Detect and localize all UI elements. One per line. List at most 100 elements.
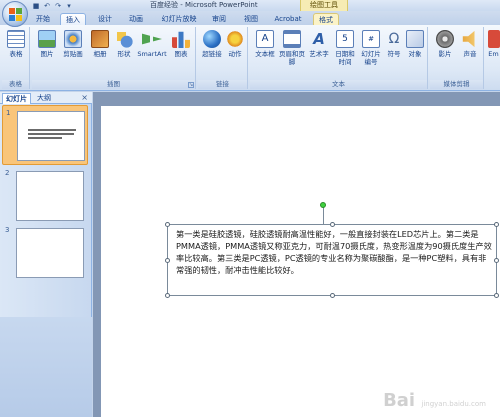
tab-home[interactable]: 开始 [32,13,54,25]
object-icon [406,30,424,48]
slide-thumbnail-3[interactable]: 3 [2,223,88,283]
slide-number-button[interactable]: # 幻灯片编号 [359,30,383,66]
resize-handle-top-left[interactable] [165,222,170,227]
tab-outline[interactable]: 大纲 [34,93,54,104]
partial-icon [487,30,500,48]
ribbon-group-media: 影片 声音 媒体剪辑 [430,27,484,89]
datetime-button[interactable]: 5 日期和时间 [333,30,357,66]
redo-icon[interactable]: ↷ [54,2,62,10]
slide-body-text[interactable]: 第一类是硅胶透镜，硅胶透镜耐高温性能好，一般直接封装在LED芯片上。第二类是PM… [168,225,496,276]
office-button[interactable] [2,1,28,27]
save-icon[interactable]: ■ [32,2,40,10]
slide-preview-text [28,129,76,143]
resize-handle-right[interactable] [494,258,499,263]
pane-tabs: 幻灯片 大纲 × [0,92,92,104]
slides-pane: 幻灯片 大纲 × 1 2 3 [0,92,92,417]
chart-icon [172,31,190,48]
group-label-text: 文本 [250,80,427,89]
smartart-button[interactable]: SmartArt [136,30,168,58]
slide-number: 3 [5,226,10,234]
resize-handle-bottom[interactable] [330,293,335,298]
symbol-button[interactable]: Ω 符号 [385,30,403,58]
resize-handle-top[interactable] [330,222,335,227]
ribbon: 表格 表格 图片 剪贴画 相册 形状 SmartArt 图表 插图 ↘ 超链接 … [0,25,500,91]
resize-handle-bottom-right[interactable] [494,293,499,298]
office-logo-icon [9,8,22,21]
picture-button[interactable]: 图片 [36,30,58,58]
slide-thumbnail-2[interactable]: 2 [2,166,88,226]
tab-animation[interactable]: 动画 [125,13,147,25]
text-box[interactable]: 第一类是硅胶透镜，硅胶透镜耐高温性能好，一般直接封装在LED芯片上。第二类是PM… [165,222,499,298]
wordart-icon: A [313,30,325,48]
tab-insert[interactable]: 插入 [60,13,86,25]
slide-thumbnail-1[interactable]: 1 [2,105,88,165]
slide-number: 2 [5,169,10,177]
close-icon[interactable]: × [81,93,88,103]
movie-icon [436,30,454,48]
chart-button[interactable]: 图表 [170,30,192,58]
clipart-button[interactable]: 剪贴画 [60,30,86,58]
object-button[interactable]: 对象 [405,30,425,58]
partial-button[interactable]: Em [487,30,500,58]
smartart-icon [142,33,162,45]
group-label-media: 媒体剪辑 [430,80,483,89]
hyperlink-icon [203,30,221,48]
ribbon-group-table: 表格 表格 [2,27,30,89]
textbox-icon: A [256,30,274,48]
watermark: Bai jingyan.baidu.com [383,390,486,411]
resize-handle-top-right[interactable] [494,222,499,227]
group-label-links: 链接 [198,80,247,89]
ribbon-group-partial: Em [486,27,500,89]
textbox-button[interactable]: A 文本框 [253,30,277,58]
group-label-illustrations: 插图 [32,80,195,89]
header-footer-button[interactable]: 页眉和页脚 [279,30,305,66]
ribbon-group-text: A 文本框 页眉和页脚 A 艺术字 5 日期和时间 # 幻灯片编号 Ω 符号 对… [250,27,428,89]
clipart-icon [64,30,82,48]
ribbon-group-illustrations: 图片 剪贴画 相册 形状 SmartArt 图表 插图 ↘ [32,27,196,89]
title-bar: ■ ↶ ↷ ▾ 百度经验 - Microsoft PowerPoint 绘图工具 [0,0,500,11]
undo-icon[interactable]: ↶ [43,2,51,10]
tab-format[interactable]: 格式 [313,13,339,25]
slide-preview [16,228,84,278]
shapes-icon [115,30,133,48]
shapes-button[interactable]: 形状 [114,30,134,58]
picture-icon [38,30,56,48]
tab-slides[interactable]: 幻灯片 [2,93,31,104]
pane-background [0,317,92,417]
tab-design[interactable]: 设计 [94,13,116,25]
slide-canvas[interactable]: 第一类是硅胶透镜，硅胶透镜耐高温性能好，一般直接封装在LED芯片上。第二类是PM… [101,106,500,417]
ribbon-group-links: 超链接 动作 链接 [198,27,248,89]
slide-number: 1 [6,109,11,117]
resize-handle-left[interactable] [165,258,170,263]
datetime-icon: 5 [336,30,354,48]
window-title: 百度经验 - Microsoft PowerPoint [150,1,258,9]
table-button[interactable]: 表格 [6,30,26,58]
resize-handle-bottom-left[interactable] [165,293,170,298]
group-label-table: 表格 [2,80,29,89]
tab-view[interactable]: 视图 [240,13,262,25]
table-icon [7,30,25,48]
album-icon [91,30,109,48]
slide-number-icon: # [362,30,380,48]
rotation-handle[interactable] [320,202,326,208]
tab-review[interactable]: 审阅 [208,13,230,25]
movie-button[interactable]: 影片 [433,30,457,58]
album-button[interactable]: 相册 [88,30,112,58]
chevron-down-icon[interactable]: ▾ [65,2,73,10]
slide-preview [16,171,84,221]
group-launcher-icon[interactable]: ↘ [188,82,194,88]
tab-slideshow[interactable]: 幻灯片放映 [156,13,202,25]
slide-editor: 第一类是硅胶透镜，硅胶透镜耐高温性能好，一般直接封装在LED芯片上。第二类是PM… [93,92,500,417]
tab-acrobat[interactable]: Acrobat [272,13,304,25]
action-button[interactable]: 动作 [225,30,245,58]
action-icon [226,30,244,48]
slide-preview [17,111,85,161]
header-footer-icon [283,30,301,48]
hyperlink-button[interactable]: 超链接 [200,30,224,58]
ribbon-tabs: 开始 插入 设计 动画 幻灯片放映 审阅 视图 Acrobat 格式 [0,11,500,25]
quick-access-toolbar: ■ ↶ ↷ ▾ [32,1,73,10]
wordart-button[interactable]: A 艺术字 [307,30,331,58]
context-tab-drawing-tools: 绘图工具 [300,0,348,11]
sound-button[interactable]: 声音 [458,30,482,58]
sound-icon [462,30,475,48]
